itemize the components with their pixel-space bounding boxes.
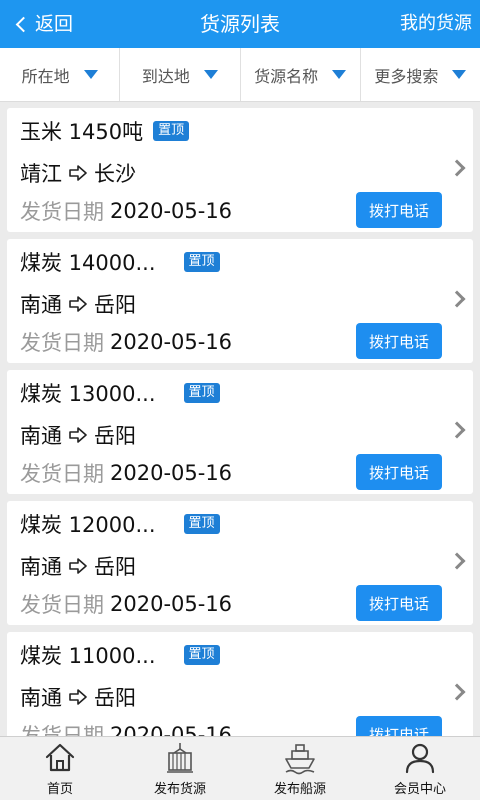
pinned-badge: 置顶 (183, 514, 220, 534)
call-button[interactable]: 拨打电话 (356, 585, 442, 621)
pinned-badge: 置顶 (183, 252, 220, 272)
ship-date-label: 发货日期 (20, 462, 104, 486)
ship-date-label: 发货日期 (20, 593, 104, 617)
cargo-card[interactable]: 玉米 1450吨 置顶 靖江 长沙 发货日期 2020-05-16 拨打电话 (7, 108, 473, 232)
ship-date-row: 发货日期 2020-05-16 (20, 589, 232, 619)
filter-location[interactable]: 所在地 (0, 48, 121, 101)
tab-member-center[interactable]: 会员中心 (360, 737, 480, 800)
call-button[interactable]: 拨打电话 (356, 323, 442, 359)
ship-date-label: 发货日期 (20, 200, 104, 224)
cargo-list[interactable]: 玉米 1450吨 置顶 靖江 长沙 发货日期 2020-05-16 拨打电话 煤… (0, 102, 480, 736)
route-to: 长沙 (94, 162, 136, 186)
route-to: 岳阳 (94, 293, 136, 317)
cargo-name-row: 煤炭 12000... 置顶 (20, 509, 220, 539)
user-icon (405, 743, 435, 774)
filter-more-search[interactable]: 更多搜索 (361, 48, 480, 101)
back-button[interactable]: 返回 (14, 0, 73, 48)
cargo-name: 煤炭 14000... (20, 251, 156, 275)
cargo-name: 煤炭 11000... (20, 644, 156, 668)
cargo-icon (167, 743, 193, 773)
tab-home[interactable]: 首页 (0, 737, 120, 800)
bottom-tab-bar: 首页 发布货源 发布船源 会员中心 (0, 736, 480, 800)
cargo-card[interactable]: 煤炭 12000... 置顶 南通 岳阳 发货日期 2020-05-16 拨打电… (7, 501, 473, 625)
route: 南通 岳阳 (20, 551, 136, 581)
arrow-right-icon (69, 296, 87, 312)
filter-bar: 所在地 到达地 货源名称 更多搜索 (0, 48, 480, 102)
route-from: 南通 (20, 555, 62, 579)
route: 南通 岳阳 (20, 682, 136, 712)
route-from: 南通 (20, 686, 62, 710)
call-button[interactable]: 拨打电话 (356, 192, 442, 228)
chevron-left-icon (15, 16, 32, 32)
pinned-badge: 置顶 (153, 121, 190, 141)
cargo-name: 玉米 1450吨 (20, 120, 144, 144)
arrow-right-icon (69, 427, 87, 443)
ship-date-value: 2020-05-16 (110, 461, 233, 485)
chevron-right-icon (448, 421, 466, 439)
ship-date-row: 发货日期 2020-05-16 (20, 458, 232, 488)
filter-label: 货源名称 (254, 66, 319, 86)
cargo-name-row: 煤炭 14000... 置顶 (20, 247, 220, 277)
filter-cargo-name[interactable]: 货源名称 (241, 48, 361, 101)
cargo-name: 煤炭 13000... (20, 382, 156, 406)
ship-date-value: 2020-05-16 (110, 592, 233, 616)
route-to: 岳阳 (94, 555, 136, 579)
cargo-card[interactable]: 煤炭 14000... 置顶 南通 岳阳 发货日期 2020-05-16 拨打电… (7, 239, 473, 363)
ship-date-value: 2020-05-16 (110, 330, 233, 354)
ship-date-label: 发货日期 (20, 724, 104, 736)
filter-destination[interactable]: 到达地 (120, 48, 241, 101)
call-button[interactable]: 拨打电话 (356, 716, 442, 736)
route-to: 岳阳 (94, 424, 136, 448)
dropdown-triangle-icon (203, 70, 218, 79)
ship-date-label: 发货日期 (20, 331, 104, 355)
app-header: 返回 货源列表 我的货源 (0, 0, 480, 48)
route-from: 南通 (20, 293, 62, 317)
ship-icon (285, 744, 315, 775)
chevron-right-icon (448, 290, 466, 308)
arrow-right-icon (69, 165, 87, 181)
tab-label: 发布船源 (273, 782, 326, 797)
home-icon (45, 743, 75, 772)
tab-label: 会员中心 (393, 782, 446, 797)
call-button[interactable]: 拨打电话 (356, 454, 442, 490)
route-from: 靖江 (20, 162, 62, 186)
my-cargo-button[interactable]: 我的货源 (400, 0, 472, 48)
dropdown-triangle-icon (452, 70, 467, 79)
filter-label: 所在地 (21, 66, 70, 86)
pinned-badge: 置顶 (183, 645, 220, 665)
dropdown-triangle-icon (83, 70, 98, 79)
tab-label: 发布货源 (153, 782, 206, 797)
cargo-name-row: 煤炭 11000... 置顶 (20, 640, 220, 670)
tab-publish-ship[interactable]: 发布船源 (240, 737, 360, 800)
ship-date-row: 发货日期 2020-05-16 (20, 720, 232, 736)
chevron-right-icon (448, 159, 466, 177)
chevron-right-icon (448, 552, 466, 570)
cargo-card[interactable]: 煤炭 13000... 置顶 南通 岳阳 发货日期 2020-05-16 拨打电… (7, 370, 473, 494)
dropdown-triangle-icon (332, 70, 347, 79)
cargo-card[interactable]: 煤炭 11000... 置顶 南通 岳阳 发货日期 2020-05-16 拨打电… (7, 632, 473, 736)
cargo-name-row: 玉米 1450吨 置顶 (20, 116, 190, 146)
cargo-name: 煤炭 12000... (20, 513, 156, 537)
route-to: 岳阳 (94, 686, 136, 710)
pinned-badge: 置顶 (183, 383, 220, 403)
route: 靖江 长沙 (20, 158, 136, 188)
route-from: 南通 (20, 424, 62, 448)
route: 南通 岳阳 (20, 289, 136, 319)
ship-date-value: 2020-05-16 (110, 723, 233, 736)
tab-label: 首页 (46, 782, 73, 797)
ship-date-row: 发货日期 2020-05-16 (20, 196, 232, 226)
chevron-right-icon (448, 683, 466, 701)
filter-label: 更多搜索 (374, 66, 439, 86)
cargo-name-row: 煤炭 13000... 置顶 (20, 378, 220, 408)
ship-date-value: 2020-05-16 (110, 199, 233, 223)
filter-label: 到达地 (141, 66, 190, 86)
arrow-right-icon (69, 558, 87, 574)
arrow-right-icon (69, 689, 87, 705)
back-label: 返回 (35, 13, 74, 35)
tab-publish-cargo[interactable]: 发布货源 (120, 737, 240, 800)
route: 南通 岳阳 (20, 420, 136, 450)
ship-date-row: 发货日期 2020-05-16 (20, 327, 232, 357)
